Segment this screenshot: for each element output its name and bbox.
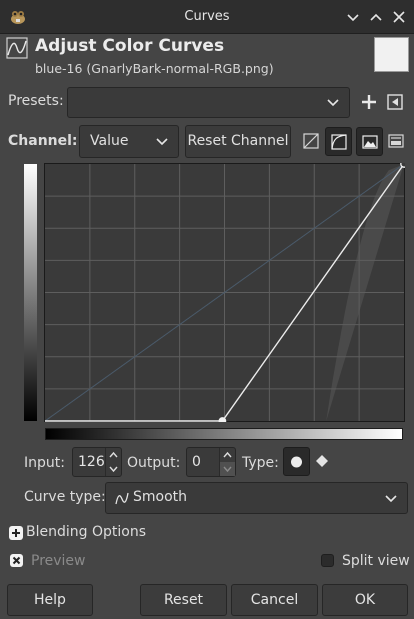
decrement-icon[interactable] (220, 462, 235, 476)
curves-icon (6, 37, 28, 59)
output-gradient-bar (24, 164, 37, 421)
preview-checkbox[interactable] (10, 554, 23, 567)
decrement-icon[interactable] (106, 462, 121, 476)
curve-type-value: Smooth (133, 489, 188, 505)
curve-type-combo[interactable]: Smooth (105, 482, 408, 514)
blending-options-expander[interactable]: Blending Options (9, 524, 159, 542)
curve-canvas[interactable] (44, 163, 405, 422)
curve-type-label: Curve type: (24, 489, 106, 505)
channel-label: Channel: (8, 133, 78, 149)
split-view-label: Split view (342, 553, 410, 569)
input-label: Input: (24, 455, 65, 471)
gimp-icon (8, 7, 28, 25)
increment-icon[interactable] (106, 448, 121, 462)
expand-plus-icon (9, 526, 23, 540)
split-view-checkbox[interactable] (321, 554, 334, 567)
output-spinner[interactable]: 0 (186, 447, 236, 477)
dialog-subtitle: blue-16 (GnarlyBark-normal-RGB.png) (35, 61, 274, 76)
chevron-down-icon[interactable] (342, 6, 364, 28)
preview-label: Preview (31, 553, 86, 569)
chevron-down-icon (155, 136, 169, 148)
output-value: 0 (192, 454, 201, 470)
reset-button[interactable]: Reset (140, 584, 227, 616)
help-button[interactable]: Help (7, 584, 93, 616)
channel-value: Value (90, 133, 129, 149)
title-bar: Curves (0, 0, 414, 34)
menu-arrow-icon[interactable] (384, 91, 406, 113)
curve-control-point[interactable] (400, 163, 405, 168)
curve-control-point[interactable] (218, 417, 227, 422)
reset-channel-button[interactable]: Reset Channel (185, 125, 291, 158)
preview-toggle[interactable]: Preview (10, 553, 100, 571)
chevron-down-icon (384, 493, 398, 505)
corner-point-icon[interactable] (310, 447, 337, 476)
presets-combo[interactable] (67, 87, 350, 118)
presets-label: Presets: (8, 93, 64, 109)
cancel-button[interactable]: Cancel (231, 584, 318, 616)
input-spinner[interactable]: 126 (72, 447, 122, 477)
input-value: 126 (78, 454, 105, 470)
plus-icon[interactable] (358, 91, 380, 113)
log-histogram-icon[interactable] (325, 127, 352, 156)
output-label: Output: (127, 455, 181, 471)
smooth-point-icon[interactable] (283, 447, 310, 476)
smooth-curve-icon (114, 490, 130, 506)
close-icon[interactable] (388, 6, 410, 28)
input-gradient-bar (45, 428, 403, 440)
image-thumbnail (374, 37, 409, 72)
image-histogram-icon[interactable] (356, 127, 383, 156)
image-bars-icon[interactable] (383, 127, 410, 156)
blending-options-label: Blending Options (26, 524, 146, 540)
dialog-title: Adjust Color Curves (35, 36, 225, 56)
chevron-up-icon[interactable] (365, 6, 387, 28)
channel-combo[interactable]: Value (79, 125, 179, 158)
ok-button[interactable]: OK (322, 584, 408, 616)
split-view-toggle[interactable]: Split view (321, 553, 411, 571)
type-label: Type: (242, 455, 279, 471)
increment-icon[interactable] (220, 448, 235, 462)
linear-histogram-icon[interactable] (298, 127, 325, 156)
chevron-down-icon (326, 97, 340, 109)
